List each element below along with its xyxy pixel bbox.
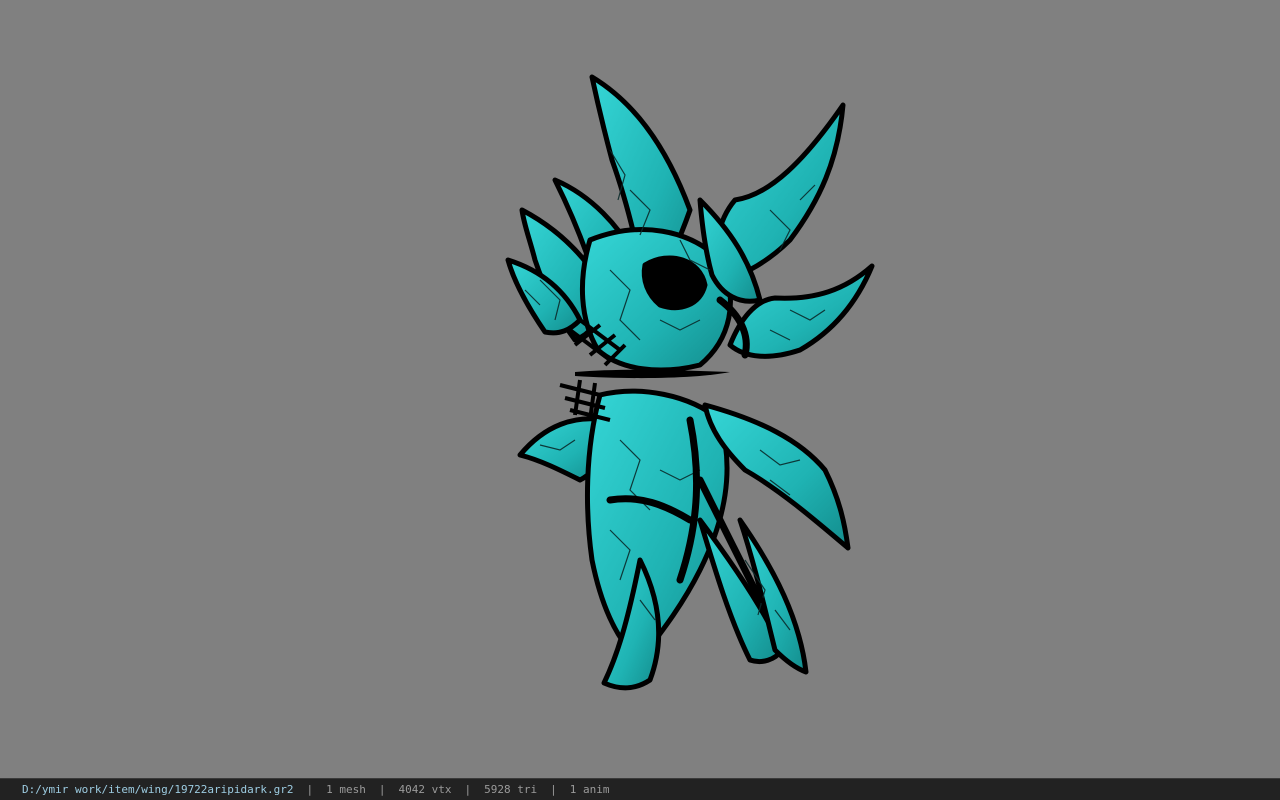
status-separator: | (550, 783, 557, 796)
mesh-count-label: 1 mesh (326, 783, 366, 796)
vertex-count-label: 4042 vtx (398, 783, 452, 796)
status-separator: | (464, 783, 472, 796)
upper-wing-group (505, 74, 875, 373)
mesh-gap-band (575, 369, 730, 379)
animation-count-label: 1 anim (569, 783, 610, 796)
wing-model-render (505, 74, 875, 691)
file-path-label: D:/ymir work/item/wing/19722aripidark.gr… (22, 783, 294, 796)
lower-wing-group (517, 388, 851, 691)
status-bar: D:/ymir work/item/wing/19722aripidark.gr… (0, 778, 1280, 800)
status-separator: | (378, 783, 386, 796)
3d-viewport[interactable] (0, 0, 1280, 778)
triangle-count-label: 5928 tri (484, 783, 538, 796)
status-separator: | (306, 783, 314, 796)
